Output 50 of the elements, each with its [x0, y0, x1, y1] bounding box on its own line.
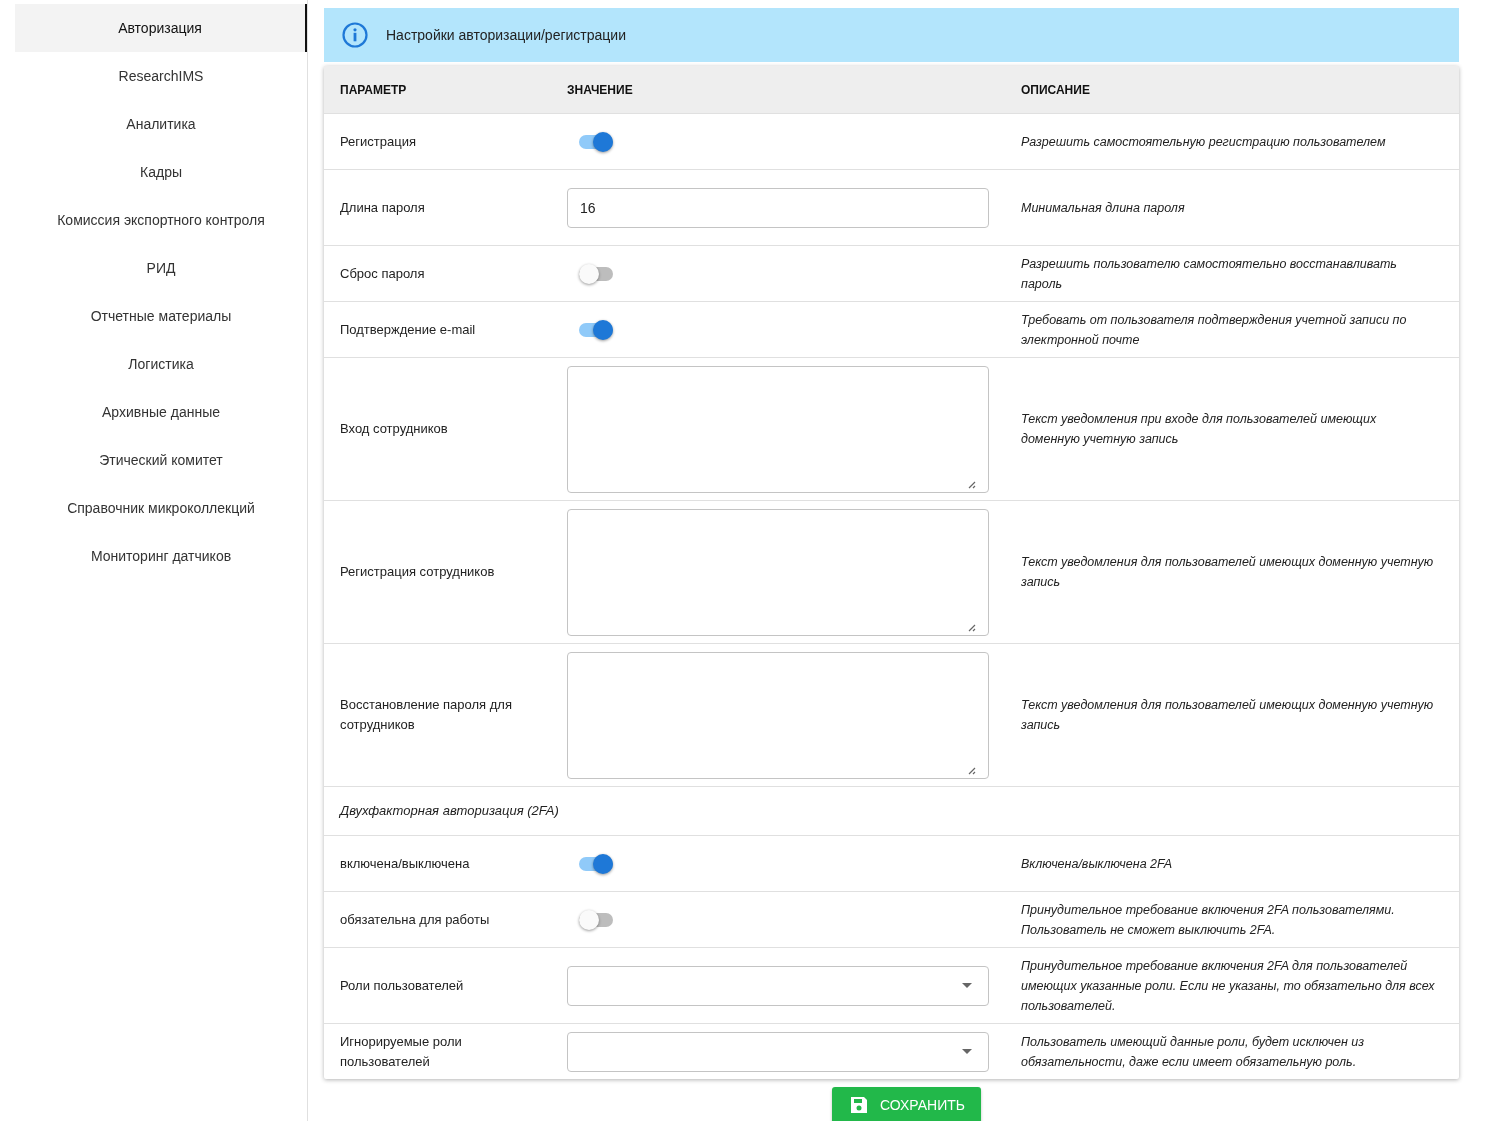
- parameter-label: Роли пользователей: [339, 976, 465, 995]
- banner-title: Настройки авторизации/регистрации: [386, 27, 626, 43]
- parameter-label: включена/выключена: [339, 854, 471, 873]
- description-text: Требовать от пользователя подтверждения учетной записи по электронной почте: [1021, 312, 1407, 347]
- roles-dropdown[interactable]: [567, 965, 989, 1006]
- toggle-switch[interactable]: [579, 856, 613, 871]
- description-text: Пользователь имеющий данные роли, будет исключен из обязательности, даже если имеет обязательную роль.: [1021, 1034, 1365, 1069]
- column-header: ЗНАЧЕНИЕ: [567, 82, 634, 97]
- dropdown-caret-icon: [962, 983, 972, 988]
- sidebar-item[interactable]: Аналитика: [15, 100, 307, 148]
- parameter-label: Регистрация сотрудников: [339, 563, 496, 581]
- description-text: Минимальная длина пароля: [1021, 200, 1185, 215]
- password-length-field[interactable]: 16: [567, 187, 989, 228]
- parameter-label: Подтверждение e-mail: [339, 320, 477, 339]
- column-header: ПАРАМЕТР: [339, 81, 408, 99]
- description-text: Текст уведомления для пользователей имеющих доменную учетную запись: [1021, 698, 1434, 732]
- sidebar-item[interactable]: Справочник микроколлекций: [15, 484, 307, 532]
- sidebar-item[interactable]: Отчетные материалы: [15, 292, 307, 340]
- sidebar-item[interactable]: РИД: [15, 244, 307, 292]
- sidebar-item[interactable]: ResearchIMS: [15, 52, 307, 100]
- parameter-label: Игнорируемые роли пользователей: [339, 1032, 463, 1071]
- toggle-switch[interactable]: [579, 912, 613, 927]
- description-text: Текст уведомления для пользователей имеющих доменную учетную запись: [1021, 555, 1434, 589]
- sidebar-item[interactable]: Мониторинг датчиков: [15, 532, 307, 580]
- description-text: Принудительное требование включения 2FA для пользователей имеющих указанные роли. Если не указаны, то обязательно для всех пользователей.: [1021, 958, 1435, 1013]
- parameter-label: Длина пароля: [339, 198, 426, 217]
- dropdown-caret-icon: [962, 1049, 972, 1054]
- description-text: Текст уведомления при входе для пользователей имеющих доменную учетную запись: [1021, 412, 1377, 446]
- description-text: Разрешить самостоятельную регистрацию пользователем: [1021, 134, 1386, 149]
- toggle-switch[interactable]: [579, 134, 613, 149]
- toggle-switch[interactable]: [579, 322, 613, 337]
- roles-dropdown[interactable]: [567, 1031, 989, 1072]
- column-header: ОПИСАНИЕ: [1020, 82, 1091, 97]
- parameter-label: Сброс пароля: [339, 264, 426, 283]
- parameter-label: Вход сотрудников: [339, 420, 449, 438]
- parameter-label: обязательна для работы: [339, 910, 491, 929]
- description-text: Разрешить пользователю самостоятельно восстанавливать пароль: [1021, 256, 1397, 291]
- sidebar-item[interactable]: Комиссия экспортного контроля: [15, 196, 307, 244]
- sidebar-item[interactable]: Этический комитет: [15, 436, 307, 484]
- info-icon: [342, 22, 368, 48]
- toggle-switch[interactable]: [579, 266, 613, 281]
- description-text: Принудительное требование включения 2FA пользователями. Пользователь не сможет выключить 2FA.: [1021, 902, 1395, 937]
- sidebar-item[interactable]: Архивные данные: [15, 388, 307, 436]
- description-text: Включена/выключена 2FA: [1021, 856, 1173, 871]
- parameter-label: Регистрация: [339, 132, 417, 151]
- sidebar-item[interactable]: Авторизация: [15, 4, 307, 52]
- section-title: Двухфакторная авторизация (2FA): [338, 802, 560, 820]
- sidebar-item[interactable]: Кадры: [15, 148, 307, 196]
- sidebar-item[interactable]: Логистика: [15, 340, 307, 388]
- parameter-label: Восстановление пароля для сотрудников: [339, 696, 513, 734]
